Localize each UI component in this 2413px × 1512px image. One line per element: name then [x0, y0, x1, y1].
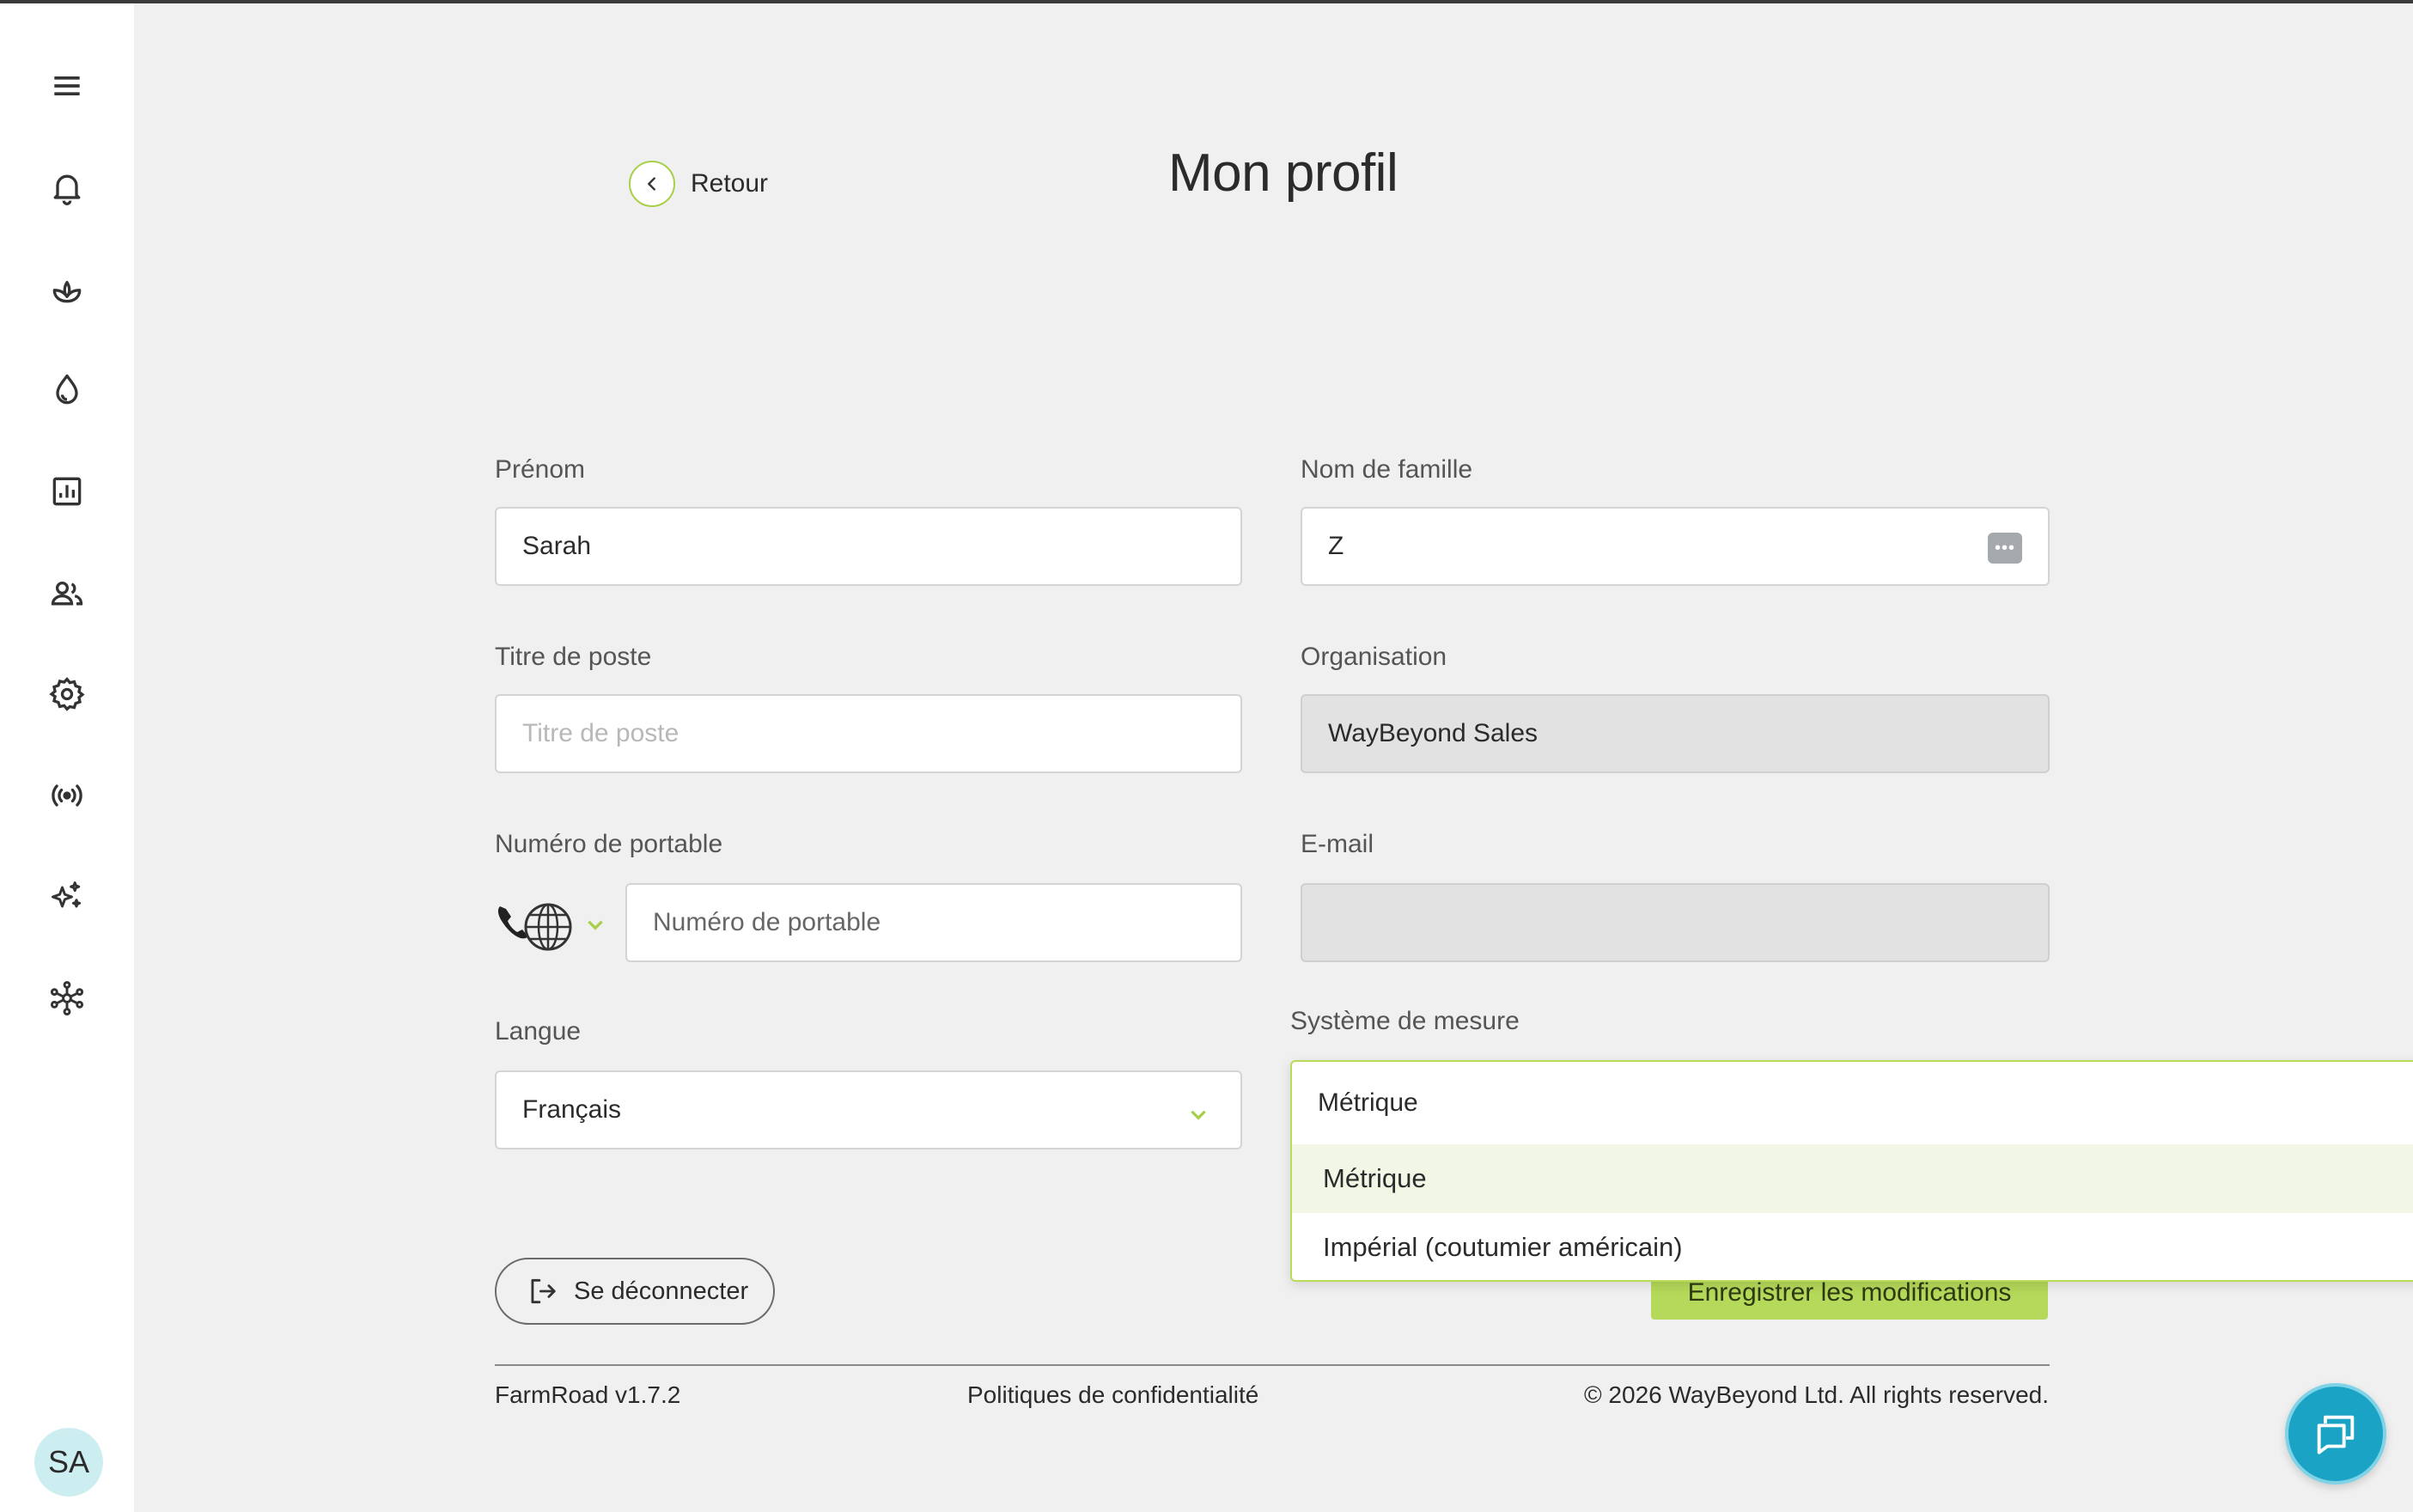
measure-system-value: Métrique	[1318, 1088, 1418, 1117]
back-button[interactable]: Retour	[629, 160, 768, 208]
logout-icon	[531, 1278, 556, 1304]
phone-globe-icon	[497, 903, 572, 951]
first-name-value: Sarah	[522, 532, 592, 560]
bell-icon[interactable]	[41, 162, 93, 213]
mobile-label: Numéro de portable	[495, 830, 723, 858]
last-name-value: Z	[1328, 532, 1344, 560]
logout-label: Se déconnecter	[574, 1277, 749, 1305]
chevron-down-icon	[1191, 1110, 1206, 1120]
language-select[interactable]: Français	[495, 1070, 1242, 1149]
users-icon[interactable]	[41, 567, 93, 619]
option-imperial[interactable]: Impérial (coutumier américain)	[1292, 1213, 2413, 1280]
measure-system-select[interactable]: Métrique	[1292, 1062, 2413, 1144]
organisation-label: Organisation	[1301, 643, 1447, 671]
first-name-label: Prénom	[495, 455, 586, 484]
measure-system-label: Système de mesure	[1290, 1007, 1520, 1035]
chat-icon	[2317, 1415, 2355, 1454]
chevron-left-icon	[629, 161, 675, 207]
country-code-selector[interactable]	[495, 893, 615, 955]
water-drop-icon[interactable]	[41, 364, 93, 416]
job-title-placeholder: Titre de poste	[522, 719, 679, 747]
email-label: E-mail	[1301, 830, 1374, 858]
job-title-field[interactable]: Titre de poste	[495, 694, 1242, 773]
plant-icon[interactable]	[41, 263, 93, 314]
back-label: Retour	[691, 169, 769, 198]
page-title: Mon profil	[1168, 143, 1398, 203]
mobile-placeholder: Numéro de portable	[653, 908, 881, 936]
measure-system-dropdown[interactable]: Métrique Métrique Impérial (coutumier am…	[1290, 1060, 2413, 1282]
footer-divider	[495, 1364, 2050, 1366]
network-icon[interactable]	[41, 972, 93, 1024]
job-title-label: Titre de poste	[495, 643, 652, 671]
chevron-down-icon	[588, 920, 603, 930]
menu-icon[interactable]	[41, 60, 93, 112]
option-metric[interactable]: Métrique	[1292, 1144, 2413, 1213]
mobile-field[interactable]: Numéro de portable	[625, 883, 1242, 962]
sparkles-icon[interactable]	[41, 871, 93, 923]
top-border	[0, 0, 2413, 3]
organisation-field: WayBeyond Sales	[1301, 694, 2050, 773]
email-field	[1301, 883, 2050, 962]
gear-icon[interactable]	[41, 668, 93, 720]
logout-button[interactable]: Se déconnecter	[495, 1258, 775, 1325]
organisation-value: WayBeyond Sales	[1328, 719, 1539, 747]
version-text: FarmRoad v1.7.2	[495, 1381, 681, 1408]
chat-button[interactable]	[2285, 1383, 2386, 1485]
password-manager-icon[interactable]: •••	[1988, 533, 2022, 564]
first-name-field[interactable]: Sarah	[495, 507, 1242, 586]
avatar[interactable]: SA	[34, 1428, 103, 1497]
privacy-link[interactable]: Politiques de confidentialité	[967, 1381, 1258, 1409]
last-name-label: Nom de famille	[1301, 455, 1473, 484]
language-value: Français	[522, 1095, 622, 1124]
broadcast-icon[interactable]	[41, 770, 93, 821]
sidebar: SA	[0, 3, 134, 1512]
chart-icon[interactable]	[41, 466, 93, 517]
language-label: Langue	[495, 1017, 582, 1046]
last-name-field[interactable]: Z •••	[1301, 507, 2050, 586]
copyright-text: © 2026 WayBeyond Ltd. All rights reserve…	[1584, 1381, 2049, 1408]
